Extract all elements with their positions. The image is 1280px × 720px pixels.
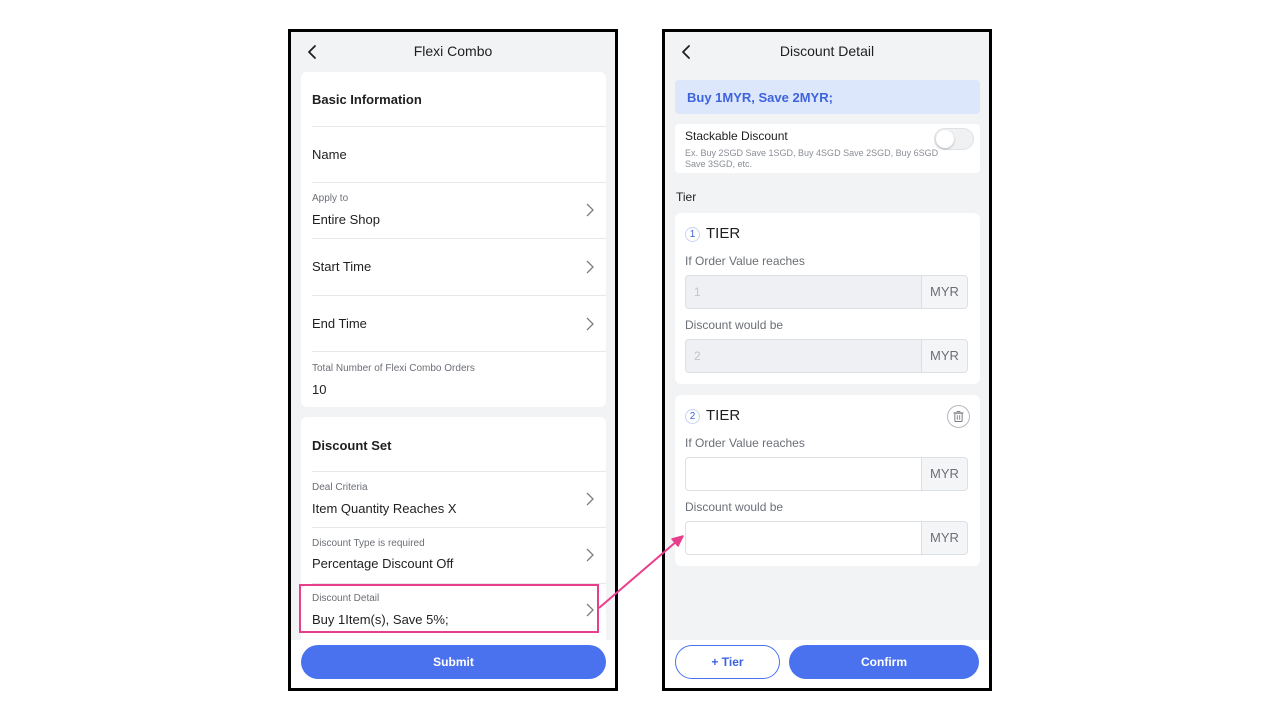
order-value-label: If Order Value reaches bbox=[685, 254, 805, 268]
apply-to-row[interactable]: Apply to Entire Shop bbox=[312, 183, 606, 239]
name-row[interactable]: Name bbox=[312, 127, 606, 183]
discount-summary-text: Buy 1MYR, Save 2MYR; bbox=[687, 90, 833, 105]
stackable-discount-hint: Ex. Buy 2SGD Save 1SGD, Buy 4SGD Save 2S… bbox=[685, 148, 939, 169]
deal-criteria-row[interactable]: Deal Criteria Item Quantity Reaches X bbox=[312, 472, 606, 528]
top-bar: Flexi Combo bbox=[291, 32, 615, 72]
stackable-discount-card: Stackable Discount Ex. Buy 2SGD Save 1SG… bbox=[675, 124, 980, 173]
order-value-label: If Order Value reaches bbox=[685, 436, 805, 450]
order-value-input bbox=[686, 276, 922, 308]
discount-label: Discount would be bbox=[685, 500, 784, 514]
chevron-right-icon bbox=[586, 260, 594, 274]
chevron-right-icon bbox=[586, 548, 594, 562]
discount-type-label: Discount Type is required bbox=[312, 538, 425, 549]
tier-card-2: 2 TIER If Order Value reaches MYR Discou… bbox=[675, 395, 980, 566]
discount-detail-screen: Discount Detail Buy 1MYR, Save 2MYR; Sta… bbox=[662, 29, 992, 691]
deal-criteria-value: Item Quantity Reaches X bbox=[312, 501, 457, 516]
discount-set-header: Discount Set bbox=[312, 417, 606, 472]
add-tier-button[interactable]: + Tier bbox=[675, 645, 780, 679]
discount-type-row[interactable]: Discount Type is required Percentage Dis… bbox=[312, 528, 606, 584]
discount-label: Discount would be bbox=[685, 318, 784, 332]
order-value-field: MYR bbox=[685, 275, 968, 309]
currency-unit: MYR bbox=[921, 522, 967, 554]
start-time-label: Start Time bbox=[312, 259, 372, 274]
chevron-right-icon bbox=[586, 203, 594, 217]
tier-title: TIER bbox=[706, 225, 741, 242]
discount-detail-highlight-box bbox=[299, 584, 599, 633]
confirm-button[interactable]: Confirm bbox=[789, 645, 979, 679]
currency-unit: MYR bbox=[921, 276, 967, 308]
basic-information-card: Basic Information Name Apply to Entire S… bbox=[301, 72, 606, 407]
total-orders-value: 10 bbox=[312, 382, 327, 397]
section-heading: Discount Set bbox=[312, 438, 392, 453]
tier-number-badge: 1 bbox=[685, 227, 700, 242]
page-title: Discount Detail bbox=[779, 43, 875, 59]
discount-value-input[interactable] bbox=[686, 522, 922, 554]
name-label: Name bbox=[312, 147, 347, 162]
chevron-right-icon bbox=[586, 492, 594, 506]
basic-information-header: Basic Information bbox=[312, 72, 606, 127]
apply-to-value: Entire Shop bbox=[312, 212, 380, 227]
discount-value-field: MYR bbox=[685, 339, 968, 373]
currency-unit: MYR bbox=[921, 458, 967, 490]
deal-criteria-label: Deal Criteria bbox=[312, 482, 368, 493]
page-title: Flexi Combo bbox=[413, 43, 493, 59]
chevron-right-icon bbox=[586, 317, 594, 331]
discount-value-field[interactable]: MYR bbox=[685, 521, 968, 555]
tier-number-badge: 2 bbox=[685, 409, 700, 424]
total-orders-label: Total Number of Flexi Combo Orders bbox=[312, 363, 475, 374]
section-heading: Basic Information bbox=[312, 92, 422, 107]
end-time-row[interactable]: End Time bbox=[312, 296, 606, 352]
stackable-discount-toggle[interactable] bbox=[934, 128, 974, 150]
order-value-field[interactable]: MYR bbox=[685, 457, 968, 491]
tier-card-1: 1 TIER If Order Value reaches MYR Discou… bbox=[675, 213, 980, 384]
discount-summary-banner: Buy 1MYR, Save 2MYR; bbox=[675, 80, 980, 114]
end-time-label: End Time bbox=[312, 316, 367, 331]
tier-section-label: Tier bbox=[676, 190, 697, 204]
footer-bar: + Tier Confirm bbox=[665, 640, 989, 688]
stackable-discount-label: Stackable Discount bbox=[685, 129, 788, 143]
start-time-row[interactable]: Start Time bbox=[312, 239, 606, 296]
tier-title: TIER bbox=[706, 407, 741, 424]
total-orders-row[interactable]: Total Number of Flexi Combo Orders 10 bbox=[312, 352, 606, 407]
footer-bar: Submit bbox=[291, 640, 615, 688]
submit-button[interactable]: Submit bbox=[301, 645, 606, 679]
discount-type-value: Percentage Discount Off bbox=[312, 556, 454, 571]
currency-unit: MYR bbox=[921, 340, 967, 372]
trash-icon[interactable] bbox=[947, 405, 970, 428]
callout-arrow-icon bbox=[598, 535, 684, 609]
discount-value-input bbox=[686, 340, 922, 372]
apply-to-label: Apply to bbox=[312, 193, 349, 204]
order-value-input[interactable] bbox=[686, 458, 922, 490]
top-bar: Discount Detail bbox=[665, 32, 989, 72]
toggle-knob bbox=[936, 130, 954, 148]
